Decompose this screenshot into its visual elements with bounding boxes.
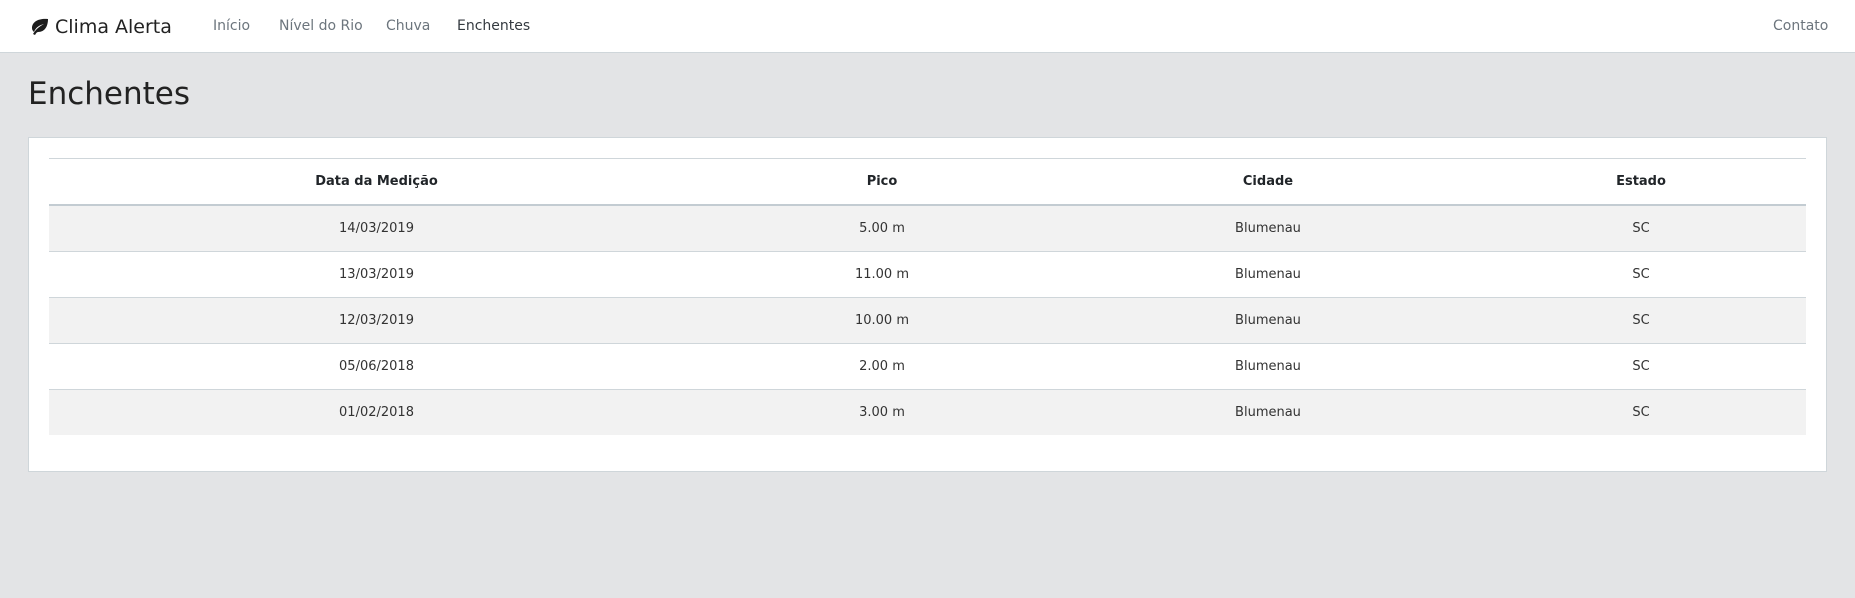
table-row: 14/03/2019 5.00 m Blumenau SC (49, 205, 1806, 252)
nav-link-contato[interactable]: Contato (1773, 18, 1828, 34)
cell-date: 01/02/2018 (49, 389, 704, 435)
cell-cidade: Blumenau (1060, 389, 1476, 435)
cell-cidade: Blumenau (1060, 251, 1476, 298)
cell-pico: 10.00 m (704, 297, 1060, 344)
brand-link[interactable]: Clima Alerta (29, 14, 172, 40)
cell-pico: 5.00 m (704, 205, 1060, 252)
cell-date: 13/03/2019 (49, 251, 704, 298)
table-row: 01/02/2018 3.00 m Blumenau SC (49, 389, 1806, 435)
table-header-row: Data da Medição Pico Cidade Estado (49, 158, 1806, 206)
cell-estado: SC (1476, 297, 1806, 344)
header-cidade[interactable]: Cidade (1060, 158, 1476, 206)
cell-estado: SC (1476, 389, 1806, 435)
cell-date: 12/03/2019 (49, 297, 704, 344)
nav-link-inicio[interactable]: Início (213, 18, 250, 34)
leaf-icon (32, 18, 48, 35)
top-navbar: Clima Alerta Início Nível do Rio Chuva E… (0, 0, 1855, 53)
nav-link-enchentes[interactable]: Enchentes (457, 18, 530, 34)
cell-estado: SC (1476, 251, 1806, 298)
cell-cidade: Blumenau (1060, 205, 1476, 252)
cell-cidade: Blumenau (1060, 297, 1476, 344)
table-row: 13/03/2019 11.00 m Blumenau SC (49, 251, 1806, 298)
nav-link-nivel-do-rio[interactable]: Nível do Rio (279, 18, 363, 34)
cell-pico: 2.00 m (704, 343, 1060, 390)
header-data-medicao[interactable]: Data da Medição (49, 158, 704, 206)
cell-date: 14/03/2019 (49, 205, 704, 252)
nav-link-chuva[interactable]: Chuva (386, 18, 430, 34)
cell-estado: SC (1476, 205, 1806, 252)
header-estado[interactable]: Estado (1476, 158, 1806, 206)
page-title: Enchentes (28, 76, 191, 112)
cell-pico: 11.00 m (704, 251, 1060, 298)
header-pico[interactable]: Pico (704, 158, 1060, 206)
cell-pico: 3.00 m (704, 389, 1060, 435)
cell-cidade: Blumenau (1060, 343, 1476, 390)
cell-estado: SC (1476, 343, 1806, 390)
table-row: 12/03/2019 10.00 m Blumenau SC (49, 297, 1806, 344)
table-row: 05/06/2018 2.00 m Blumenau SC (49, 343, 1806, 390)
brand-name: Clima Alerta (55, 16, 172, 38)
floods-table: Data da Medição Pico Cidade Estado 14/03… (49, 158, 1806, 435)
cell-date: 05/06/2018 (49, 343, 704, 390)
floods-card: Data da Medição Pico Cidade Estado 14/03… (28, 137, 1827, 472)
